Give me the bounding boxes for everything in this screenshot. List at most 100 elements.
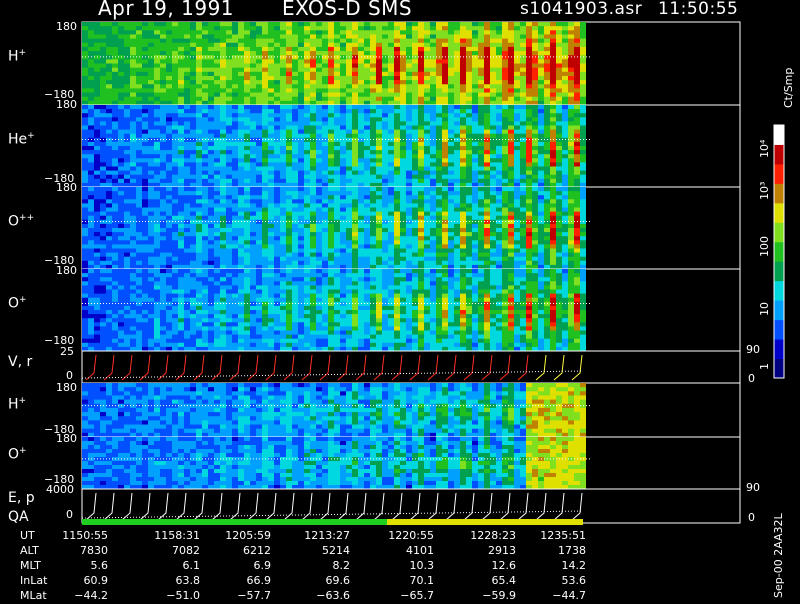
spectrogram-cell [544,68,550,73]
spectrogram-cell [232,146,238,151]
spectrogram-cell [364,130,370,135]
spectrogram-cell [280,34,286,39]
spectrogram-cell [232,203,238,208]
spectrogram-cell [256,59,262,64]
spectrogram-cell [502,68,508,73]
spectrogram-cell [364,175,370,180]
spectrogram-cell [400,212,406,217]
spectrogram-cell [376,220,382,225]
spectrogram-cell [460,146,466,151]
spectrogram-cell [154,179,160,184]
spectrogram-cell [382,72,388,77]
spectrogram-cell [196,191,202,196]
spectrogram-cell [544,167,550,172]
spectrogram-cell [232,55,238,60]
spectrogram-cell [490,68,496,73]
spectrogram-cell [436,142,442,147]
spectrogram-cell [112,240,118,245]
spectrogram-cell [244,167,250,172]
spectrogram-cell [280,93,286,98]
spectrogram-cell [454,187,460,192]
spectrogram-cell [568,175,574,180]
spectrogram-cell [166,64,172,69]
spectrogram-cell [490,216,496,221]
spectrogram-cell [514,105,520,110]
spectrogram-cell [502,39,508,44]
spectrogram-cell [184,187,190,192]
spectrogram-cell [226,76,232,81]
spectrogram-cell [106,30,112,35]
spectrogram-cell [226,51,232,56]
spectrogram-cell [556,134,562,139]
spectrogram-cell [406,191,412,196]
spectrogram-cell [94,109,100,114]
spectrogram-cell [310,228,316,233]
spectrogram-cell [478,68,484,73]
spectrogram-cell [364,167,370,172]
spectrogram-cell [448,212,454,217]
spectrogram-cell [262,97,268,102]
spectrogram-cell [292,68,298,73]
spectrogram-cell [274,261,280,266]
spectrogram-cell [400,51,406,56]
spectrogram-cell [346,162,352,167]
spectrogram-cell [148,203,154,208]
spectrogram-cell [322,126,328,131]
spectrogram-cell [580,167,586,172]
spectrogram-cell [244,208,250,213]
spectrogram-cell [124,203,130,208]
spectrogram-cell [208,150,214,155]
spectrogram-cell [118,88,124,93]
spectrogram-cell [454,224,460,229]
spectrogram-cell [484,216,490,221]
spectrogram-cell [238,76,244,81]
spectrogram-cell [196,109,202,114]
spectrogram-cell [418,105,424,110]
spectrogram-cell [520,228,526,233]
spectrogram-cell [538,244,544,249]
spectrogram-cell [388,171,394,176]
spectrogram-cell [160,146,166,151]
spectrogram-cell [448,59,454,64]
spectrogram-cell [556,88,562,93]
spectrogram-cell [472,261,478,266]
spectrogram-cell [226,171,232,176]
spectrogram-cell [268,216,274,221]
spectrogram-cell [166,240,172,245]
spectrogram-cell [412,113,418,118]
spectrogram-cell [310,216,316,221]
spectrogram-cell [532,191,538,196]
spectrogram-cell [364,72,370,77]
spectrogram-cell [400,261,406,266]
spectrogram-cell [430,249,436,254]
spectrogram-cell [130,167,136,172]
spectrogram-cell [496,175,502,180]
spectrogram-cell [532,134,538,139]
spectrogram-cell [196,175,202,180]
spectrogram-cell [490,150,496,155]
spectrogram-cell [580,154,586,159]
spectrogram-cell [178,97,184,102]
spectrogram-cell [472,208,478,213]
spectrogram-cell [214,93,220,98]
spectrogram-cell [568,191,574,196]
spectrogram-cell [112,212,118,217]
spectrogram-cell [484,257,490,262]
spectrogram-cell [394,88,400,93]
spectrogram-cell [160,68,166,73]
spectrogram-cell [100,80,106,85]
spectrogram-cell [388,203,394,208]
spectrogram-cell [472,130,478,135]
spectrogram-cell [256,187,262,192]
spectrogram-cell [580,158,586,163]
spectrogram-cell [190,171,196,176]
spectrogram-cell [130,76,136,81]
spectrogram-cell [136,113,142,118]
spectrogram-cell [382,22,388,27]
spectrogram-cell [478,150,484,155]
spectrogram-cell [238,142,244,147]
spectrogram-cell [436,249,442,254]
spectrogram-cell [340,84,346,89]
spectrogram-cell [460,199,466,204]
spectrogram-cell [232,105,238,110]
